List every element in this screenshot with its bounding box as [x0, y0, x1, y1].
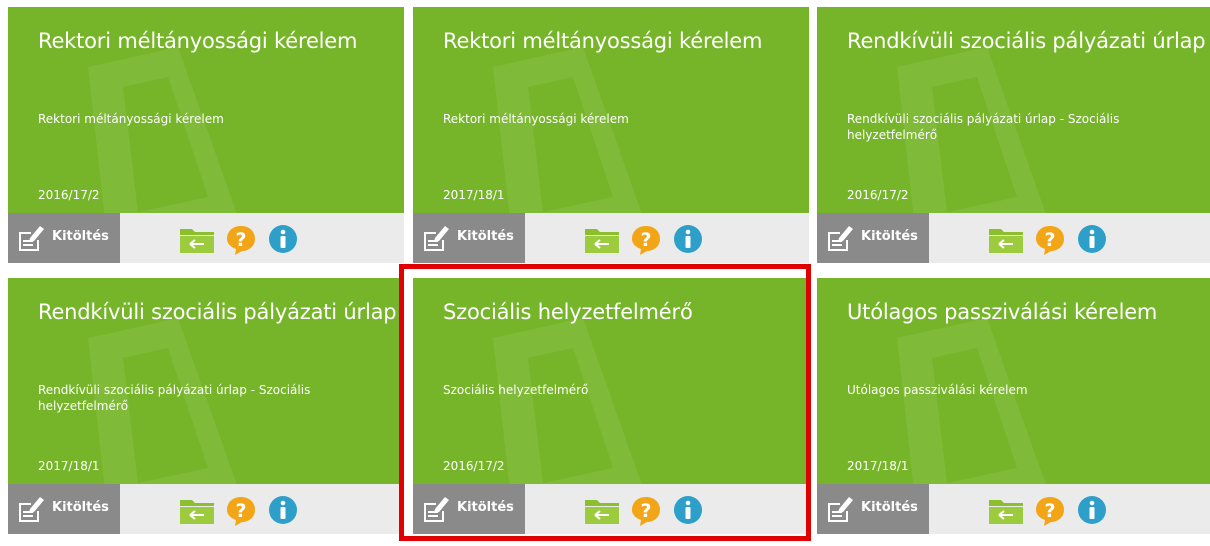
folder-back-icon[interactable] [585, 498, 619, 524]
card-semester: 2016/17/2 [38, 188, 100, 202]
card-semester: 2017/18/1 [443, 188, 505, 202]
fill-button[interactable]: Kitöltés [413, 484, 525, 534]
question-icon[interactable]: ? [630, 224, 662, 256]
card-semester: 2017/18/1 [847, 459, 909, 473]
form-card: Utólagos passziválási kérelem Utólagos p… [817, 278, 1210, 534]
fill-button[interactable]: Kitöltés [817, 484, 929, 534]
folder-back-icon[interactable] [989, 227, 1023, 253]
info-icon[interactable] [268, 495, 298, 525]
form-card: Rendkívüli szociális pályázati úrlap Ren… [8, 278, 404, 534]
card-description: Rektori méltányossági kérelem [38, 112, 224, 126]
info-icon[interactable] [673, 224, 703, 254]
card-action-bar: Kitöltés ? [413, 484, 809, 534]
card-action-bar: Kitöltés ? [817, 213, 1210, 263]
card-title: Rendkívüli szociális pályázati úrlap [847, 29, 1206, 53]
folder-back-icon[interactable] [989, 498, 1023, 524]
card-title: Rektori méltányossági kérelem [38, 29, 358, 53]
svg-text:?: ? [235, 500, 246, 522]
card-description: Rendkívüli szociális pályázati úrlap - S… [38, 383, 311, 413]
question-icon[interactable]: ? [630, 495, 662, 527]
card-title: Szociális helyzetfelmérő [443, 300, 693, 324]
fill-button-label: Kitöltés [861, 229, 918, 244]
form-card: Szociális helyzetfelmérő Szociális helyz… [413, 278, 809, 534]
card-semester: 2016/17/2 [443, 459, 505, 473]
form-edit-icon [424, 226, 449, 251]
question-icon[interactable]: ? [225, 495, 257, 527]
question-icon[interactable]: ? [1034, 224, 1066, 256]
card-action-bar: Kitöltés ? [8, 484, 404, 534]
form-card: Rektori méltányossági kérelem Rektori mé… [413, 7, 809, 263]
card-title: Utólagos passziválási kérelem [847, 300, 1158, 324]
card-description: Utólagos passziválási kérelem [847, 383, 1028, 397]
card-semester: 2016/17/2 [847, 188, 909, 202]
info-icon[interactable] [1077, 224, 1107, 254]
card-description: Rendkívüli szociális pályázati úrlap - S… [847, 112, 1120, 142]
fill-button[interactable]: Kitöltés [8, 213, 120, 263]
svg-text:?: ? [640, 229, 651, 251]
question-icon[interactable]: ? [1034, 495, 1066, 527]
info-icon[interactable] [268, 224, 298, 254]
fill-button[interactable]: Kitöltés [8, 484, 120, 534]
card-action-bar: Kitöltés ? [413, 213, 809, 263]
fill-button[interactable]: Kitöltés [413, 213, 525, 263]
card-description: Rektori méltányossági kérelem [443, 112, 629, 126]
svg-text:?: ? [1044, 500, 1055, 522]
fill-button-label: Kitöltés [861, 500, 918, 515]
card-semester: 2017/18/1 [38, 459, 100, 473]
form-edit-icon [424, 497, 449, 522]
form-edit-icon [828, 497, 853, 522]
form-card: Rendkívüli szociális pályázati úrlap Ren… [817, 7, 1210, 263]
folder-back-icon[interactable] [180, 227, 214, 253]
form-edit-icon [828, 226, 853, 251]
card-action-bar: Kitöltés ? [8, 213, 404, 263]
svg-text:?: ? [235, 229, 246, 251]
folder-back-icon[interactable] [180, 498, 214, 524]
form-edit-icon [19, 497, 44, 522]
card-action-bar: Kitöltés ? [817, 484, 1210, 534]
fill-button-label: Kitöltés [457, 229, 514, 244]
card-title: Rendkívüli szociális pályázati úrlap [38, 300, 397, 324]
form-card: Rektori méltányossági kérelem Rektori mé… [8, 7, 404, 263]
fill-button-label: Kitöltés [52, 229, 109, 244]
svg-text:?: ? [640, 500, 651, 522]
info-icon[interactable] [673, 495, 703, 525]
info-icon[interactable] [1077, 495, 1107, 525]
svg-text:?: ? [1044, 229, 1055, 251]
card-title: Rektori méltányossági kérelem [443, 29, 763, 53]
folder-back-icon[interactable] [585, 227, 619, 253]
fill-button-label: Kitöltés [52, 500, 109, 515]
fill-button-label: Kitöltés [457, 500, 514, 515]
form-edit-icon [19, 226, 44, 251]
fill-button[interactable]: Kitöltés [817, 213, 929, 263]
card-description: Szociális helyzetfelmérő [443, 383, 589, 397]
question-icon[interactable]: ? [225, 224, 257, 256]
